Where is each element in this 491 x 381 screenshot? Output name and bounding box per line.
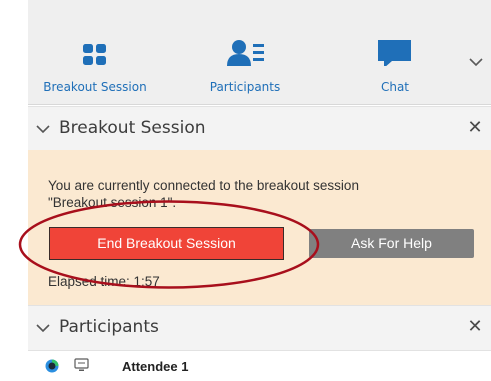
desktop-device-icon [74,358,89,371]
list-item[interactable]: Attendee 1 [28,354,491,381]
chat-button[interactable]: Chat [335,38,455,98]
ask-for-help-button[interactable]: Ask For Help [309,229,474,258]
participants-panel-title: Participants [59,317,159,337]
presence-status-icon [45,359,59,373]
connection-message: You are currently connected to the break… [48,177,478,211]
participants-panel-header: Participants ✕ [28,305,491,351]
top-toolbar: Breakout Session Participants Chat [28,0,491,105]
breakout-session-button[interactable]: Breakout Session [35,38,155,98]
breakout-session-label: Breakout Session [43,80,147,94]
breakout-grid-icon [83,44,106,65]
connection-message-line1: You are currently connected to the break… [48,178,359,193]
collapse-chevron-icon[interactable] [36,123,50,135]
left-margin [0,0,28,381]
close-icon[interactable]: ✕ [467,318,483,336]
end-breakout-session-button[interactable]: End Breakout Session [49,227,284,260]
collapse-chevron-icon[interactable] [36,322,50,334]
participants-button[interactable]: Participants [185,38,305,98]
chevron-down-icon[interactable] [468,55,484,69]
breakout-panel-title: Breakout Session [59,118,206,138]
participants-icon [227,40,264,66]
participants-label: Participants [209,80,281,94]
chat-bubble-icon [378,40,411,66]
breakout-panel-body: You are currently connected to the break… [28,150,491,306]
connection-message-line2: "Breakout session 1". [48,195,177,210]
breakout-panel-header: Breakout Session ✕ [28,106,491,152]
attendee-name: Attendee 1 [122,359,189,374]
elapsed-time: Elapsed time: 1:57 [48,274,160,289]
chat-label: Chat [380,80,410,94]
close-icon[interactable]: ✕ [467,119,483,137]
